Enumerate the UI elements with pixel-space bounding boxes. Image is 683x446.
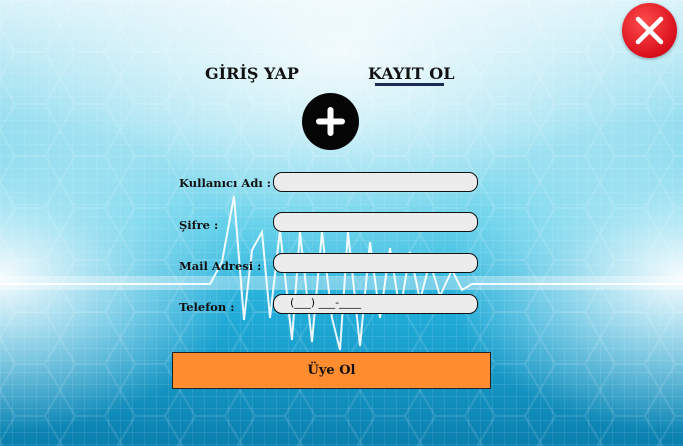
email-label: Mail Adresi :: [179, 259, 262, 273]
close-button[interactable]: [622, 3, 677, 58]
active-tab-underline: [375, 83, 444, 86]
phone-input[interactable]: [273, 294, 478, 314]
plus-icon: [316, 107, 345, 136]
phone-label: Telefon :: [179, 300, 235, 314]
register-button[interactable]: Üye Ol: [172, 352, 491, 389]
password-input[interactable]: [273, 212, 478, 232]
tab-login[interactable]: GİRİŞ YAP: [205, 64, 299, 83]
close-icon: [635, 16, 664, 45]
tab-register[interactable]: KAYIT OL: [368, 64, 454, 83]
username-label: Kullanıcı Adı :: [179, 176, 271, 190]
password-label: Şifre :: [179, 218, 219, 232]
email-input[interactable]: [273, 253, 478, 273]
add-profile-button[interactable]: [302, 93, 359, 150]
username-input[interactable]: [273, 172, 478, 192]
